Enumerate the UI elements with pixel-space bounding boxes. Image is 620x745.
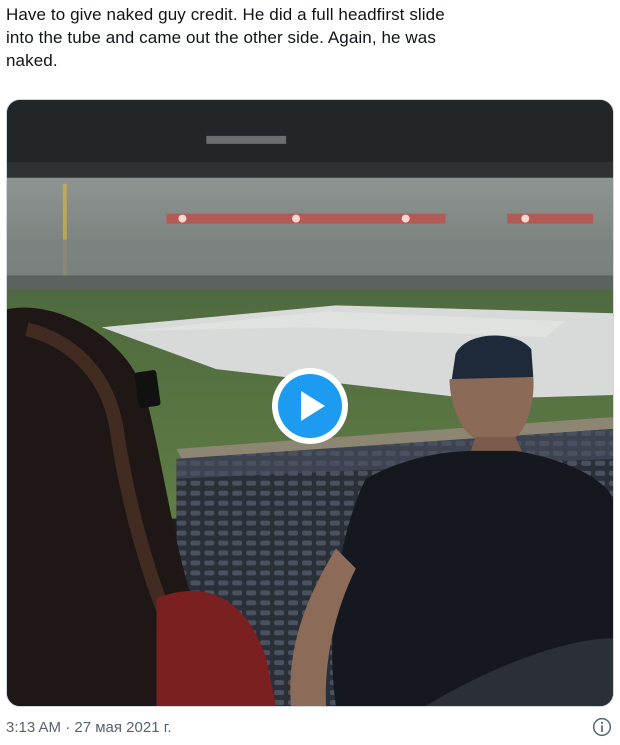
tweet-text: Have to give naked guy credit. He did a … — [6, 5, 445, 70]
play-button[interactable] — [272, 368, 348, 444]
play-icon — [301, 391, 325, 421]
info-icon[interactable] — [592, 717, 612, 737]
tweet-timestamp[interactable]: 3:13 AM · 27 мая 2021 г. — [6, 718, 172, 738]
play-button-circle — [278, 374, 342, 438]
video-player[interactable] — [6, 99, 614, 707]
